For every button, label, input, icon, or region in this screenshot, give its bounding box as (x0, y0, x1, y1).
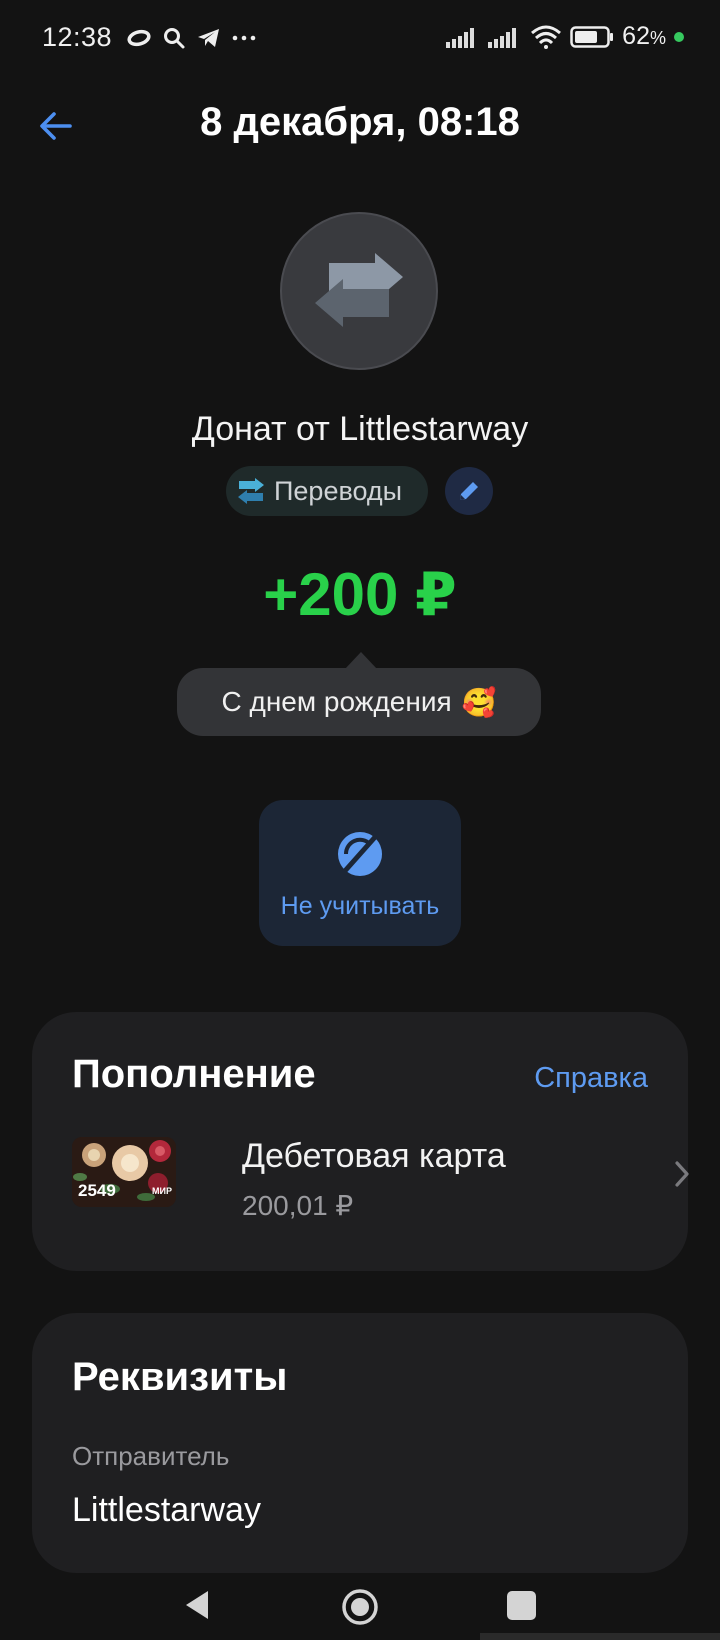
search-icon (164, 28, 185, 49)
signal-icon (446, 27, 475, 48)
card-thumbnail: 2549 МИР (72, 1137, 176, 1207)
debit-card-row[interactable]: 2549 МИР Дебетовая карта 200,01 ₽ (72, 1137, 689, 1227)
privacy-indicator-dot (674, 31, 684, 42)
topup-title: Пополнение (72, 1052, 316, 1096)
sender-label: Отправитель (72, 1441, 230, 1471)
transaction-title: Донат от Littlestarway (191, 410, 529, 448)
bottom-edge-strip (480, 1633, 720, 1640)
transaction-amount: +200 ₽ (263, 561, 457, 628)
pencil-icon (460, 482, 478, 500)
nav-recents-icon[interactable] (507, 1591, 536, 1620)
category-label: Переводы (274, 475, 403, 506)
topup-card: Пополнение Справка 2549 МИР Дебетовая ка… (32, 1012, 689, 1271)
status-system-icons: 62% (446, 22, 684, 51)
category-avatar (280, 212, 438, 370)
signal-icon (488, 27, 517, 48)
nav-back-icon[interactable] (182, 1587, 212, 1623)
system-nav-bar (0, 1573, 720, 1640)
help-link[interactable]: Справка (534, 1062, 648, 1095)
card-last-digits: 2549 (78, 1181, 116, 1200)
telegram-icon (198, 29, 219, 47)
sender-value: Littlestarway (72, 1491, 261, 1529)
chevron-right-icon (675, 1161, 689, 1187)
back-button[interactable] (30, 100, 82, 152)
message-text: С днем рождения (221, 686, 452, 717)
details-card: Реквизиты Отправитель Littlestarway (32, 1313, 688, 1573)
edit-category-button[interactable] (445, 467, 493, 515)
battery-icon (570, 25, 614, 48)
exclude-label: Не учитывать (280, 892, 440, 920)
smiling-hearts-emoji: 🥰 (461, 686, 497, 718)
battery-percent: 62% (622, 22, 666, 50)
arrow-left-icon (40, 112, 72, 140)
payment-system-logo: МИР (152, 1186, 172, 1196)
message-bubble-arrow (345, 652, 377, 669)
loop-icon (127, 29, 151, 47)
wifi-icon (531, 25, 562, 49)
status-bar: 12:38 62% (0, 0, 720, 80)
card-name: Дебетовая карта (242, 1137, 506, 1175)
card-balance: 200,01 ₽ (242, 1190, 354, 1221)
category-chip[interactable]: Переводы (226, 466, 428, 516)
page-title: 8 декабря, 08:18 (200, 100, 520, 144)
transfer-arrows-icon (315, 253, 403, 327)
transfer-arrows-icon (238, 478, 264, 504)
status-time: 12:38 (42, 22, 113, 52)
status-notification-icons (126, 26, 256, 50)
details-title: Реквизиты (72, 1355, 288, 1399)
eye-off-icon (338, 832, 382, 876)
message-bubble: С днем рождения 🥰 (177, 668, 541, 736)
nav-home-icon[interactable] (340, 1587, 380, 1627)
exclude-from-stats-button[interactable]: Не учитывать (259, 800, 461, 946)
more-icon (232, 35, 256, 41)
